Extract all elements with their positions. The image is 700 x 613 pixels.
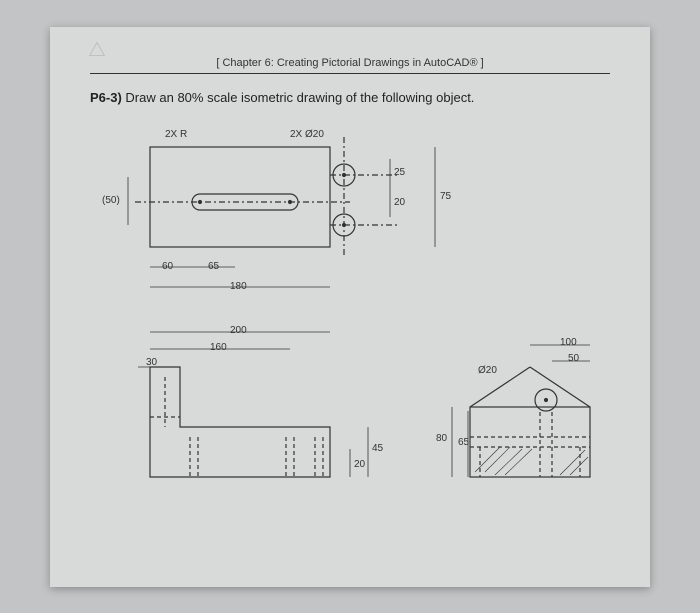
- dim-65b: 65: [458, 437, 469, 448]
- dim-75: 75: [440, 191, 451, 202]
- watermark-logo: [86, 39, 108, 61]
- problem-statement: P6-3) Draw an 80% scale isometric drawin…: [90, 90, 610, 105]
- chapter-header: [ Chapter 6: Creating Pictorial Drawings…: [90, 57, 610, 74]
- dim-20b: 20: [354, 459, 365, 470]
- dim-25: 25: [394, 167, 405, 178]
- label-2xr: 2X R: [165, 129, 187, 140]
- dim-50b: 50: [568, 353, 579, 364]
- dim-80: 80: [436, 433, 447, 444]
- dim-160: 160: [210, 342, 227, 353]
- dim-65a: 65: [208, 261, 219, 272]
- dim-50: (50): [102, 195, 120, 206]
- technical-drawing: 2X R 2X Ø20 (50) 60 65 180 25 20 75 200 …: [90, 117, 610, 557]
- dim-100: 100: [560, 337, 577, 348]
- document-page: [ Chapter 6: Creating Pictorial Drawings…: [50, 27, 650, 587]
- problem-text: Draw an 80% scale isometric drawing of t…: [125, 90, 474, 105]
- dim-30: 30: [146, 357, 157, 368]
- dim-200: 200: [230, 325, 247, 336]
- dim-180: 180: [230, 281, 247, 292]
- problem-id: P6-3): [90, 90, 122, 105]
- dim-45: 45: [372, 443, 383, 454]
- label-dia20: Ø20: [478, 365, 497, 376]
- label-2x-dia20: 2X Ø20: [290, 129, 324, 140]
- drawing-svg: [90, 117, 610, 557]
- chapter-text: [ Chapter 6: Creating Pictorial Drawings…: [216, 57, 483, 69]
- dim-20a: 20: [394, 197, 405, 208]
- dim-60: 60: [162, 261, 173, 272]
